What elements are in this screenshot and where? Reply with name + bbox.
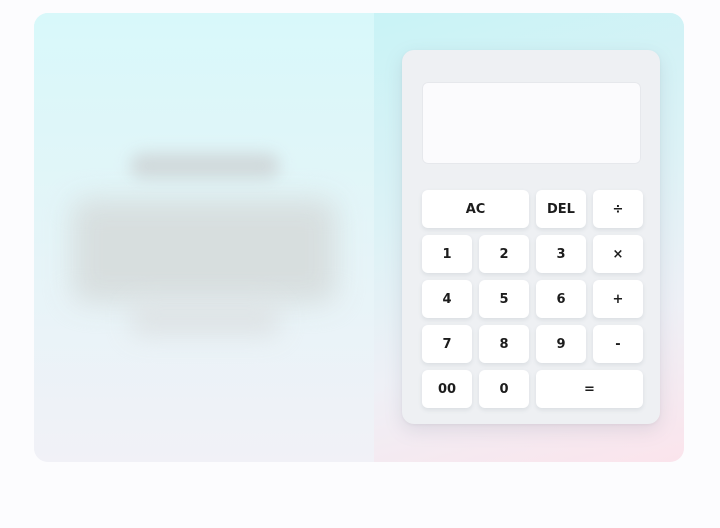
divide-button[interactable]: ÷ — [593, 190, 643, 228]
double-zero-button[interactable]: 00 — [422, 370, 472, 408]
digit-0-button[interactable]: 0 — [479, 370, 529, 408]
calculator: AC DEL ÷ 1 2 3 × 4 5 6 +7 8 9-00 0 = — [402, 50, 660, 424]
blurred-heading — [130, 153, 280, 179]
multiply-button[interactable]: × — [593, 235, 643, 273]
blurred-button — [130, 301, 280, 337]
digit-4-button[interactable]: 4 — [422, 280, 472, 318]
digit-7-button[interactable]: 7 — [422, 325, 472, 363]
digit-1-button[interactable]: 1 — [422, 235, 472, 273]
equals-button[interactable]: = — [536, 370, 643, 408]
add-button[interactable]: + — [593, 280, 643, 318]
all-clear-button[interactable]: AC — [422, 190, 529, 228]
digit-3-button[interactable]: 3 — [536, 235, 586, 273]
digit-6-button[interactable]: 6 — [536, 280, 586, 318]
calculator-keypad: AC DEL ÷ 1 2 3 × 4 5 6 +7 8 9-00 0 = — [422, 190, 643, 408]
calculator-display — [422, 82, 641, 164]
digit-2-button[interactable]: 2 — [479, 235, 529, 273]
delete-button[interactable]: DEL — [536, 190, 586, 228]
digit-8-button[interactable]: 8 — [479, 325, 529, 363]
subtract-button[interactable]: - — [593, 325, 643, 363]
blurred-content-panel — [34, 13, 374, 462]
digit-5-button[interactable]: 5 — [479, 280, 529, 318]
digit-9-button[interactable]: 9 — [536, 325, 586, 363]
blurred-text-block — [72, 199, 336, 303]
